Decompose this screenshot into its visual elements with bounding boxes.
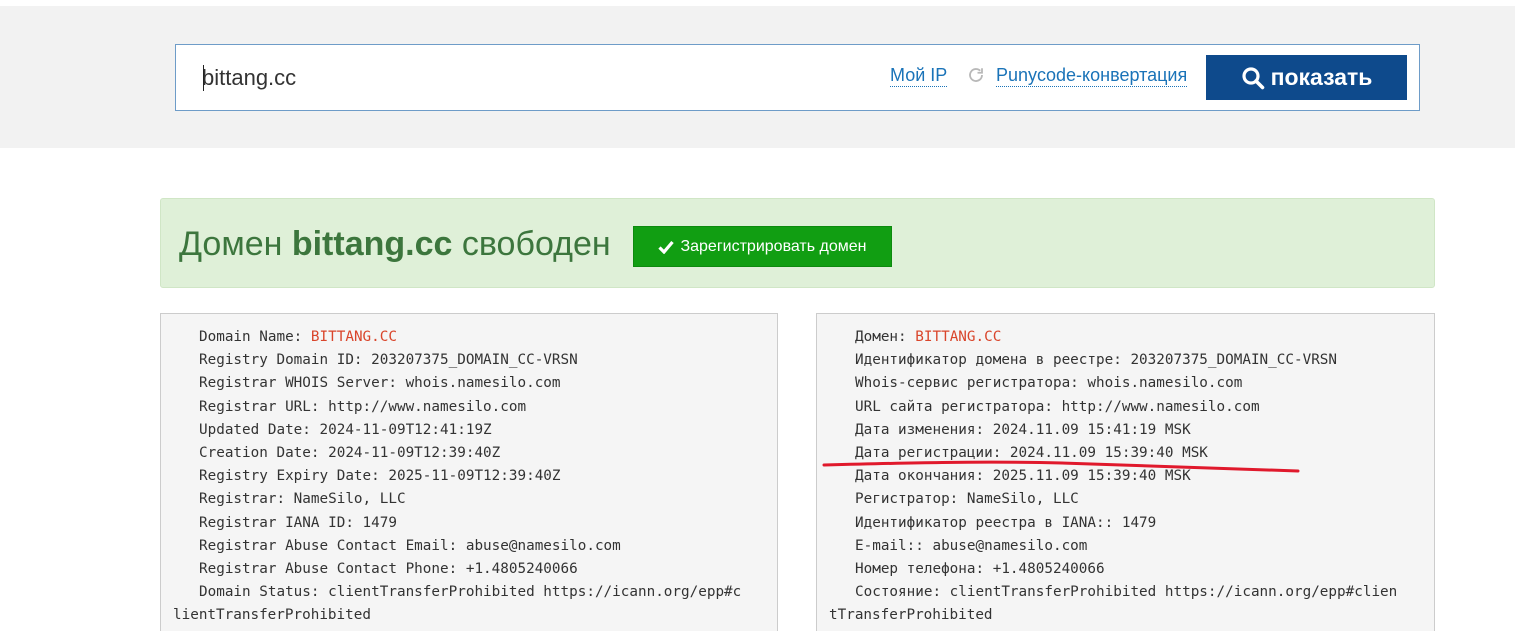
whois-line-text: URL сайта регистратора: http://www.names… [855, 398, 1260, 415]
whois-line-text: E-mail:: abuse@namesilo.com [855, 537, 1088, 554]
my-ip-link[interactable]: Мой IP [890, 64, 948, 87]
whois-line: Registrar Abuse Contact Phone: +1.480524… [199, 559, 578, 579]
whois-line-text: Updated Date: 2024-11-09T12:41:19Z [199, 421, 492, 438]
whois-line-text: Домен: [855, 329, 916, 345]
whois-line: Registrar: NameSilo, LLC [199, 489, 406, 509]
whois-line-text: Идентификатор реестра в IANA:: 1479 [855, 514, 1157, 531]
whois-line-text: Дата регистрации: 2024.11.09 15:39:40 MS… [855, 445, 1208, 461]
whois-line-text: Registry Domain ID: 203207375_DOMAIN_CC-… [199, 352, 578, 369]
whois-line: Номер телефона: +1.4805240066 [855, 559, 1105, 579]
whois-line: Registry Domain ID: 203207375_DOMAIN_CC-… [199, 350, 578, 370]
whois-line-text: Registrar: NameSilo, LLC [199, 491, 406, 508]
whois-line: Дата регистрации: 2024.11.09 15:39:40 MS… [855, 443, 1208, 463]
checkmark-icon [658, 240, 675, 254]
whois-line-text: Registrar Abuse Contact Phone: +1.480524… [199, 561, 578, 577]
whois-line: Дата окончания: 2025.11.09 15:39:40 MSK [855, 466, 1191, 486]
search-icon [1241, 66, 1264, 89]
show-button[interactable]: показать [1206, 55, 1407, 100]
whois-line-text: Registrar WHOIS Server: whois.namesilo.c… [199, 375, 561, 392]
domain-status-alert: Домен bittang.cc свободен Зарегистрирова… [160, 198, 1435, 288]
whois-line: Состояние: clientTransferProhibited http… [855, 582, 1397, 602]
title-suffix: свободен [461, 225, 611, 263]
whois-line-text: Состояние: clientTransferProhibited http… [855, 584, 1398, 601]
whois-line: E-mail:: abuse@namesilo.com [855, 536, 1087, 556]
whois-line: Registrar IANA ID: 1479 [199, 513, 397, 533]
domain-name: bittang.cc [291, 225, 453, 263]
whois-line-text: Registry Expiry Date: 2025-11-09T12:39:4… [199, 468, 561, 485]
text-caret [203, 65, 204, 91]
whois-line-text: Дата окончания: 2025.11.09 15:39:40 MSK [855, 468, 1191, 485]
whois-line: Идентификатор домена в реестре: 20320737… [855, 350, 1337, 370]
whois-panel-english: Domain Name: BITTANG.CC Registry Domain I… [160, 313, 778, 631]
whois-line-text: Whois-сервис регистратора: whois.namesil… [855, 375, 1243, 392]
whois-line-text: Дата изменения: 2024.11.09 15:41:19 MSK [855, 421, 1191, 438]
whois-line: Registrar URL: http://www.namesilo.com [199, 397, 526, 417]
whois-domain-value: BITTANG.CC [310, 329, 397, 345]
title-prefix: Домен [179, 225, 283, 263]
domain-search-input[interactable] [202, 63, 702, 93]
whois-line: Creation Date: 2024-11-09T12:39:40Z [199, 443, 500, 463]
whois-line-text: Идентификатор домена в реестре: 20320737… [855, 352, 1338, 369]
register-domain-label: Зарегистрировать домен [680, 237, 867, 255]
whois-line: Domain Status: clientTransferProhibited … [199, 582, 741, 602]
whois-line: Дата изменения: 2024.11.09 15:41:19 MSK [855, 420, 1191, 440]
whois-line-text: Номер телефона: +1.4805240066 [855, 561, 1105, 577]
whois-line: Whois-сервис регистратора: whois.namesil… [855, 373, 1242, 393]
punycode-link[interactable]: Punycode-конвертация [996, 64, 1188, 87]
show-button-label: показать [1270, 64, 1373, 90]
domain-status-title: Домен bittang.cc свободен [179, 224, 611, 264]
whois-line: Домен: BITTANG.CC [855, 327, 1001, 347]
whois-line-text: Registrar Abuse Contact Email: abuse@nam… [199, 537, 621, 554]
whois-line: lientTransferProhibited [173, 605, 371, 625]
whois-line: Registrar WHOIS Server: whois.namesilo.c… [199, 373, 561, 393]
whois-line: tTransferProhibited [829, 605, 993, 625]
refresh-icon [969, 68, 983, 82]
whois-line-text: Registrar IANA ID: 1479 [199, 514, 397, 531]
whois-line-text: Creation Date: 2024-11-09T12:39:40Z [199, 445, 501, 461]
whois-domain-value: BITTANG.CC [915, 329, 1002, 345]
whois-line-text: Регистратор: NameSilo, LLC [855, 491, 1079, 508]
whois-line: Регистратор: NameSilo, LLC [855, 489, 1079, 509]
whois-panel-russian: Домен: BITTANG.CC Идентификатор домена в … [816, 313, 1435, 631]
whois-line-text: Domain Name: [199, 329, 311, 345]
whois-line: Updated Date: 2024-11-09T12:41:19Z [199, 420, 492, 440]
register-domain-button[interactable]: Зарегистрировать домен [633, 226, 892, 267]
whois-line-text: Registrar URL: http://www.namesilo.com [199, 398, 527, 415]
whois-line: URL сайта регистратора: http://www.names… [855, 397, 1260, 417]
search-box: Мой IP Punycode-конвертация показать [175, 44, 1420, 111]
whois-line: Registry Expiry Date: 2025-11-09T12:39:4… [199, 466, 561, 486]
whois-line-text: tTransferProhibited [829, 607, 993, 624]
whois-line: Registrar Abuse Contact Email: abuse@nam… [199, 536, 621, 556]
whois-line: Идентификатор реестра в IANA:: 1479 [855, 513, 1156, 533]
whois-line: Domain Name: BITTANG.CC [199, 327, 397, 347]
whois-line-text: lientTransferProhibited [173, 607, 371, 624]
whois-line-text: Domain Status: clientTransferProhibited … [199, 584, 742, 601]
